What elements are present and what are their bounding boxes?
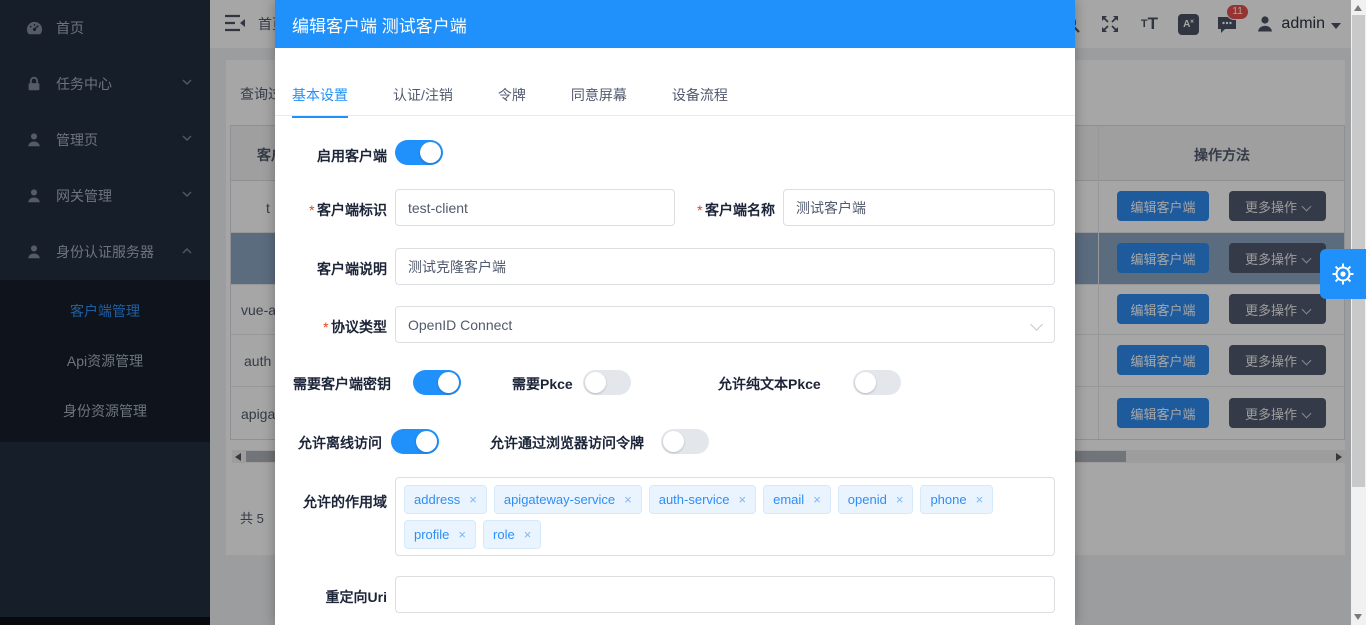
app-root: 首页 任务中心 管理页 网关管理 [0, 0, 1366, 625]
client-name-input[interactable] [783, 189, 1055, 226]
chevron-down-icon [1030, 318, 1043, 331]
scope-tag[interactable]: apigateway-service [494, 485, 642, 514]
tab-consent-screen[interactable]: 同意屏幕 [571, 85, 627, 118]
tab-auth-logout[interactable]: 认证/注销 [393, 85, 453, 118]
enable-client-toggle[interactable] [395, 140, 443, 165]
modal-tabs: 基本设置 认证/注销 令牌 同意屏幕 设备流程 [292, 85, 728, 118]
scope-tag[interactable]: email [763, 485, 831, 514]
allow-plain-pkce-label: 允许纯文本Pkce [718, 374, 821, 394]
remove-tag-icon[interactable] [976, 492, 984, 507]
required-star: * [309, 202, 314, 218]
edit-client-modal: 编辑客户端 测试客户端 基本设置 认证/注销 令牌 同意屏幕 设备流程 启用客户… [275, 0, 1075, 625]
window-scrollbar[interactable] [1351, 0, 1366, 625]
allow-offline-label: 允许离线访问 [298, 433, 382, 453]
modal-header: 编辑客户端 测试客户端 [275, 0, 1075, 48]
allow-browser-token-toggle[interactable] [661, 429, 709, 454]
scope-tag[interactable]: address [404, 485, 487, 514]
remove-tag-icon[interactable] [524, 527, 532, 542]
client-name-label: *客户端名称 [663, 200, 775, 220]
remove-tag-icon[interactable] [739, 492, 747, 507]
modal-title: 编辑客户端 测试客户端 [292, 12, 467, 37]
remove-tag-icon[interactable] [624, 492, 632, 507]
require-pkce-label: 需要Pkce [512, 374, 573, 394]
scope-tag[interactable]: role [483, 520, 541, 549]
allow-browser-token-label: 允许通过浏览器访问令牌 [490, 433, 644, 453]
allow-plain-pkce-toggle[interactable] [853, 370, 901, 395]
required-star: * [697, 202, 702, 218]
gear-icon [1330, 261, 1356, 287]
enable-client-label: 启用客户端 [275, 146, 387, 166]
tab-token[interactable]: 令牌 [498, 85, 526, 118]
protocol-select[interactable]: OpenID Connect [395, 306, 1055, 343]
protocol-value: OpenID Connect [408, 317, 512, 333]
scroll-down-icon[interactable] [1354, 614, 1362, 620]
client-desc-input[interactable] [395, 248, 1055, 285]
tab-device-flow[interactable]: 设备流程 [672, 85, 728, 118]
remove-tag-icon[interactable] [896, 492, 904, 507]
required-star: * [323, 319, 328, 335]
scopes-box[interactable]: address apigateway-service auth-service … [395, 477, 1055, 556]
tab-basic-settings[interactable]: 基本设置 [292, 85, 348, 118]
scope-tag[interactable]: auth-service [649, 485, 756, 514]
require-secret-label: 需要客户端密钥 [293, 374, 391, 394]
client-id-input[interactable] [395, 189, 675, 226]
scroll-up-icon[interactable] [1354, 5, 1362, 11]
require-pkce-toggle[interactable] [583, 370, 631, 395]
remove-tag-icon[interactable] [469, 492, 477, 507]
allow-offline-toggle[interactable] [391, 429, 439, 454]
scope-tag[interactable]: phone [920, 485, 993, 514]
remove-tag-icon[interactable] [458, 527, 466, 542]
scopes-label: 允许的作用域 [275, 492, 387, 512]
scopes-row: address apigateway-service auth-service … [404, 485, 1046, 514]
scope-tag[interactable]: openid [838, 485, 914, 514]
tabs-divider [275, 115, 1075, 116]
settings-fab[interactable] [1320, 249, 1366, 299]
redirect-uri-input[interactable] [395, 576, 1055, 613]
scopes-row: profile role [404, 520, 1046, 549]
client-desc-label: 客户端说明 [275, 259, 387, 279]
scope-tag[interactable]: profile [404, 520, 476, 549]
require-secret-toggle[interactable] [413, 370, 461, 395]
client-id-label: *客户端标识 [275, 200, 387, 220]
remove-tag-icon[interactable] [813, 492, 821, 507]
protocol-label: *协议类型 [275, 317, 387, 337]
redirect-uri-label: 重定向Uri [275, 587, 387, 607]
